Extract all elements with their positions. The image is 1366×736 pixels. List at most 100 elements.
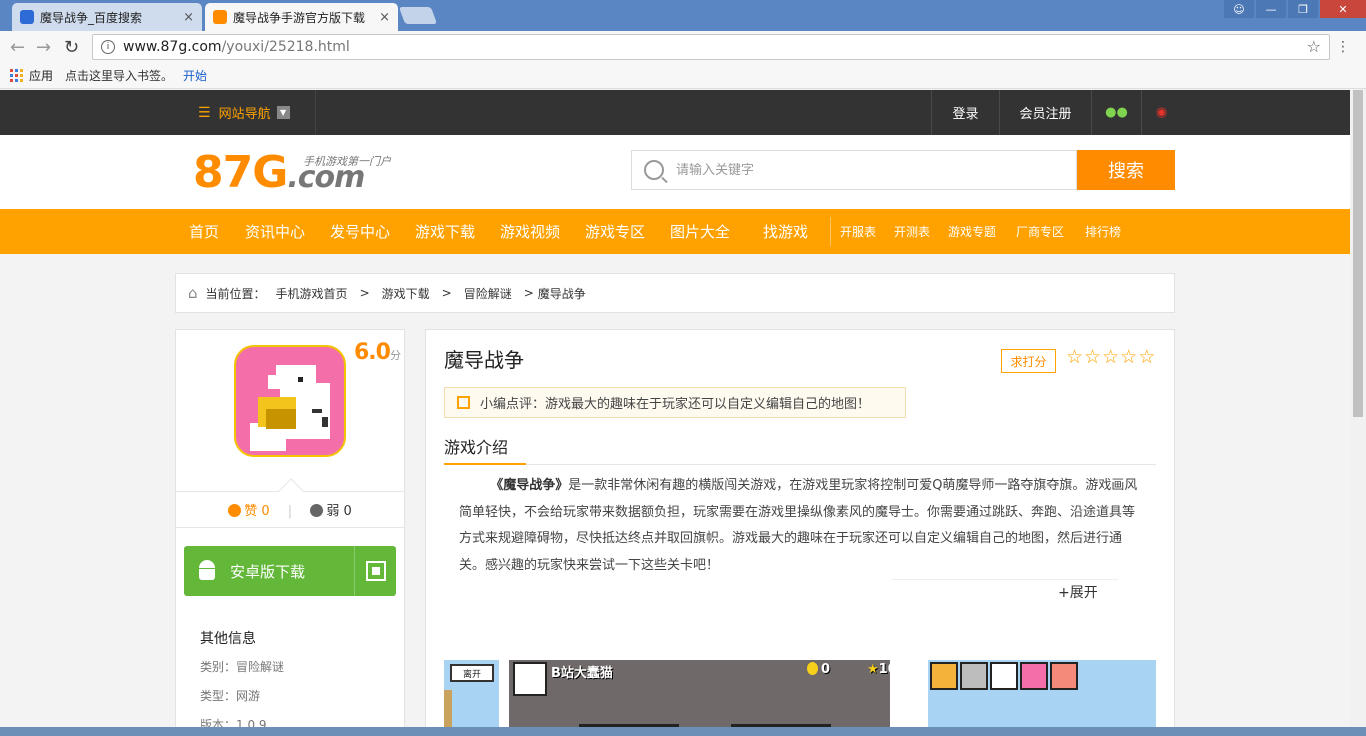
bookmark-star-icon[interactable]: ☆ bbox=[1307, 37, 1321, 56]
nav-test-list[interactable]: 开测表 bbox=[894, 209, 930, 254]
page-scrollbar[interactable] bbox=[1350, 90, 1366, 736]
site-nav-dropdown[interactable]: ☰ 网站导航 ▼ bbox=[198, 90, 290, 135]
expand-button[interactable]: +展开 bbox=[1058, 582, 1098, 602]
breadcrumb-item-downloads[interactable]: 游戏下载 bbox=[382, 285, 430, 302]
screenshot-1[interactable]: 离开 bbox=[444, 660, 499, 736]
import-bookmarks-hint: 点击这里导入书签。 bbox=[65, 69, 174, 83]
tab-87g-game[interactable]: 魔导战争手游官方版下载 × bbox=[205, 3, 398, 31]
site-info-icon[interactable]: i bbox=[101, 40, 115, 54]
breadcrumb: ⌂ 当前位置： 手机游戏首页 > 游戏下载 > 冒险解谜 > 魔导战争 bbox=[175, 273, 1175, 313]
player-name: B站大蠢猫 bbox=[551, 666, 613, 681]
bookmarks-bar: 应用 点击这里导入书签。 开始 bbox=[0, 63, 1366, 89]
dislike-button[interactable]: 弱 0 bbox=[310, 504, 352, 519]
coin-counter: 0 bbox=[807, 662, 830, 677]
scrollbar-thumb[interactable] bbox=[1353, 90, 1363, 417]
home-icon: ⌂ bbox=[188, 284, 198, 302]
vote-row: 赞 0 | 弱 0 bbox=[176, 500, 404, 519]
star-icon[interactable]: ☆ bbox=[1066, 346, 1084, 368]
forward-arrow-icon[interactable]: → bbox=[36, 37, 51, 58]
browser-menu-icon[interactable]: ⋮ bbox=[1336, 39, 1350, 55]
user-icon[interactable]: ☺ bbox=[1224, 0, 1254, 18]
close-window-icon[interactable]: ✕ bbox=[1320, 0, 1366, 18]
87g-favicon-icon bbox=[213, 10, 227, 24]
nav-videos[interactable]: 游戏视频 bbox=[500, 209, 560, 254]
nav-gift-codes[interactable]: 发号中心 bbox=[330, 209, 390, 254]
nav-home[interactable]: 首页 bbox=[189, 209, 219, 254]
apps-link[interactable]: 应用 bbox=[29, 67, 53, 84]
browser-tabbar: 魔导战争_百度搜索 × 魔导战争手游官方版下载 × ☺ — ❐ ✕ bbox=[0, 0, 1366, 31]
site-nav-label: 网站导航 bbox=[218, 107, 271, 122]
rating-stars[interactable]: ☆☆☆☆☆ bbox=[1066, 346, 1156, 368]
game-description: 《魔导战争》是一款非常休闲有趣的横版闯关游戏，在游戏里玩家将控制可爱Q萌魔导师一… bbox=[459, 473, 1141, 579]
reload-icon[interactable]: ↻ bbox=[64, 37, 79, 58]
baidu-paw-icon bbox=[20, 10, 34, 24]
back-arrow-icon[interactable]: ← bbox=[10, 37, 25, 58]
nav-topics[interactable]: 游戏专题 bbox=[948, 209, 996, 254]
nav-find-game[interactable]: 找游戏 bbox=[763, 209, 808, 254]
nav-server-list[interactable]: 开服表 bbox=[840, 209, 876, 254]
star-icon[interactable]: ☆ bbox=[1138, 346, 1156, 368]
score-value: 6.0 bbox=[354, 340, 391, 365]
screenshot-strip: 离开 B站大蠢猫 0 ★1094 bbox=[444, 660, 1156, 736]
breadcrumb-item-home[interactable]: 手机游戏首页 bbox=[276, 285, 348, 302]
smile-icon bbox=[228, 504, 242, 517]
close-tab-icon[interactable]: × bbox=[183, 10, 194, 25]
desc-game-name: 《魔导战争》 bbox=[490, 478, 569, 493]
breadcrumb-item-category[interactable]: 冒险解谜 bbox=[464, 285, 512, 302]
user-links: 登录 会员注册 ●● ◉ bbox=[931, 90, 1181, 135]
score-unit: 分 bbox=[389, 349, 401, 362]
tab-title: 魔导战争_百度搜索 bbox=[40, 10, 143, 25]
close-tab-icon[interactable]: × bbox=[379, 10, 390, 25]
maximize-icon[interactable]: ❐ bbox=[1288, 0, 1318, 18]
logo-slogan: 手机游戏第一门户 bbox=[303, 155, 391, 168]
star-icon[interactable]: ☆ bbox=[1120, 346, 1138, 368]
apps-grid-icon[interactable] bbox=[10, 69, 23, 82]
screenshot-3[interactable] bbox=[928, 660, 1156, 736]
star-icon[interactable]: ☆ bbox=[1084, 346, 1102, 368]
tile-triangle bbox=[990, 662, 1018, 690]
search-button[interactable]: 搜索 bbox=[1077, 150, 1175, 190]
wechat-icon[interactable]: ●● bbox=[1091, 90, 1141, 135]
nav-downloads[interactable]: 游戏下载 bbox=[415, 209, 475, 254]
nav-news[interactable]: 资讯中心 bbox=[245, 209, 305, 254]
nav-vendors[interactable]: 厂商专区 bbox=[1016, 209, 1064, 254]
android-download-button[interactable]: 安卓版下载 bbox=[184, 546, 396, 596]
coin-icon bbox=[807, 662, 818, 675]
info-type: 类型：网游 bbox=[200, 689, 261, 703]
nav-rankings[interactable]: 排行榜 bbox=[1085, 209, 1121, 254]
search-input[interactable] bbox=[676, 162, 1076, 178]
nav-zones[interactable]: 游戏专区 bbox=[585, 209, 645, 254]
minimize-icon[interactable]: — bbox=[1256, 0, 1286, 18]
search-icon bbox=[644, 160, 664, 180]
nav-images[interactable]: 图片大全 bbox=[670, 209, 730, 254]
url-path: /youxi/25218.html bbox=[221, 39, 350, 55]
screenshot-2[interactable]: B站大蠢猫 0 ★1094 bbox=[509, 660, 890, 736]
login-link[interactable]: 登录 bbox=[931, 90, 999, 135]
site-logo[interactable]: 87G.com 手机游戏第一门户 bbox=[193, 147, 391, 202]
weibo-icon[interactable]: ◉ bbox=[1141, 90, 1181, 135]
coin-count: 0 bbox=[821, 662, 831, 677]
start-link[interactable]: 开始 bbox=[183, 67, 207, 84]
star-icon: ★ bbox=[867, 662, 879, 677]
like-button[interactable]: 赞 0 bbox=[228, 504, 270, 519]
like-count: 0 bbox=[261, 504, 270, 519]
star-icon[interactable]: ☆ bbox=[1102, 346, 1120, 368]
like-label: 赞 bbox=[244, 504, 258, 519]
breadcrumb-prefix: 当前位置： bbox=[205, 286, 266, 301]
leave-button: 离开 bbox=[450, 664, 494, 682]
star-counter: ★1094 bbox=[867, 662, 890, 677]
logo-main: 87G bbox=[193, 147, 288, 198]
search-form: 搜索 bbox=[631, 150, 1175, 190]
dislike-count: 0 bbox=[343, 504, 352, 519]
cat-avatar-icon bbox=[513, 662, 547, 696]
tile-pink bbox=[1020, 662, 1048, 690]
new-tab-button[interactable] bbox=[398, 7, 438, 24]
browser-toolbar: ← → ↻ i www.87g.com/youxi/25218.html ☆ ⋮ bbox=[0, 31, 1366, 63]
tab-baidu-search[interactable]: 魔导战争_百度搜索 × bbox=[12, 3, 202, 31]
register-link[interactable]: 会员注册 bbox=[999, 90, 1091, 135]
rate-button[interactable]: 求打分 bbox=[1001, 349, 1056, 373]
address-bar[interactable]: i www.87g.com/youxi/25218.html ☆ bbox=[92, 34, 1330, 60]
editor-comment: 小编点评：游戏最大的趣味在于玩家还可以自定义编辑自己的地图！ bbox=[444, 387, 906, 418]
qr-code-icon[interactable] bbox=[354, 546, 396, 596]
edit-pen-icon bbox=[457, 396, 470, 409]
